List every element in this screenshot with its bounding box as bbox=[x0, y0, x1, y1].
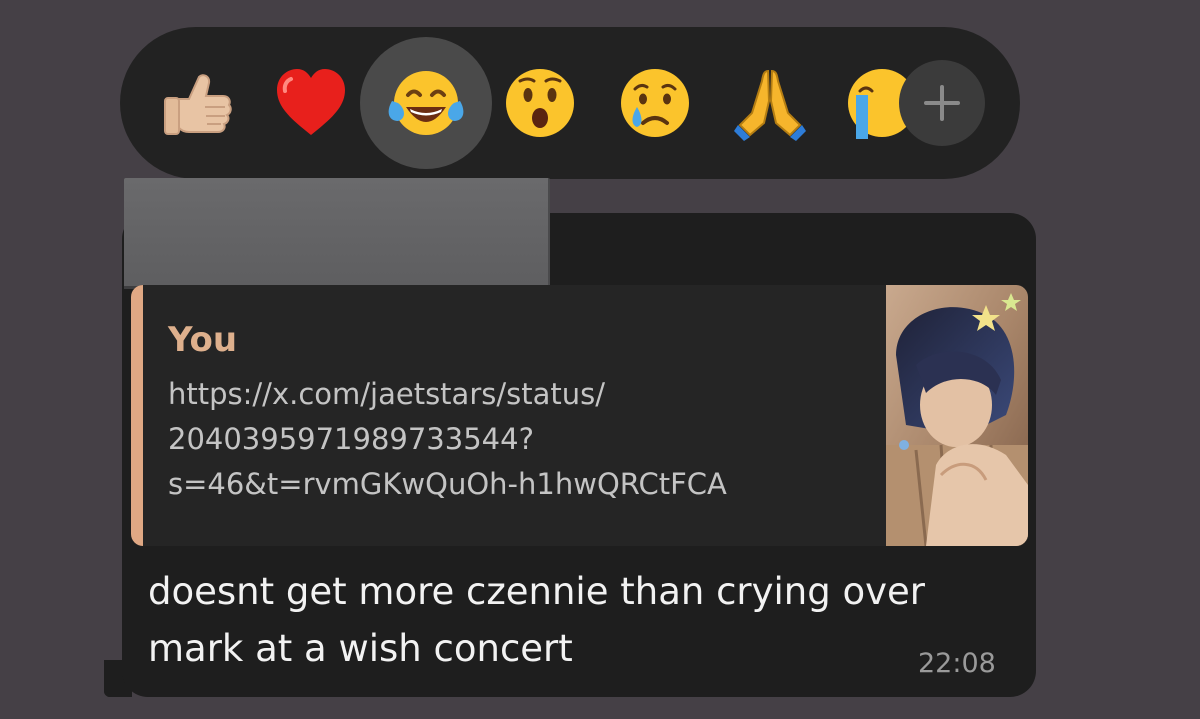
message-text: doesnt get more czennie than crying over… bbox=[148, 570, 926, 670]
sad-reaction[interactable] bbox=[605, 53, 705, 153]
face-with-tears-of-joy-icon bbox=[388, 71, 464, 135]
quoted-reply[interactable]: You https://x.com/jaetstars/status/ 2040… bbox=[131, 285, 1028, 546]
thumbs-up-reaction[interactable] bbox=[145, 53, 245, 153]
chat-screen: You https://x.com/jaetstars/status/ 2040… bbox=[0, 0, 1200, 719]
pray-reaction[interactable] bbox=[720, 53, 820, 153]
plus-icon bbox=[924, 85, 960, 121]
reaction-bar bbox=[120, 27, 1020, 179]
redacted-sender-name bbox=[124, 178, 550, 289]
quote-accent-bar bbox=[131, 285, 143, 546]
face-with-open-mouth-icon bbox=[506, 69, 574, 137]
more-reactions-button[interactable] bbox=[899, 60, 985, 146]
laughing-reaction[interactable] bbox=[360, 37, 492, 169]
quote-text: https://x.com/jaetstars/status/ 20403959… bbox=[168, 377, 727, 501]
surprised-reaction[interactable] bbox=[490, 53, 590, 153]
message-timestamp: 22:08 bbox=[918, 648, 996, 679]
thumbs-up-icon bbox=[164, 74, 232, 135]
heart-reaction[interactable] bbox=[261, 53, 361, 153]
quote-thumbnail bbox=[886, 285, 1028, 546]
red-heart-icon bbox=[277, 69, 345, 135]
crying-face-icon bbox=[621, 69, 689, 137]
quote-author: You bbox=[168, 320, 238, 360]
folded-hands-icon bbox=[734, 69, 806, 141]
